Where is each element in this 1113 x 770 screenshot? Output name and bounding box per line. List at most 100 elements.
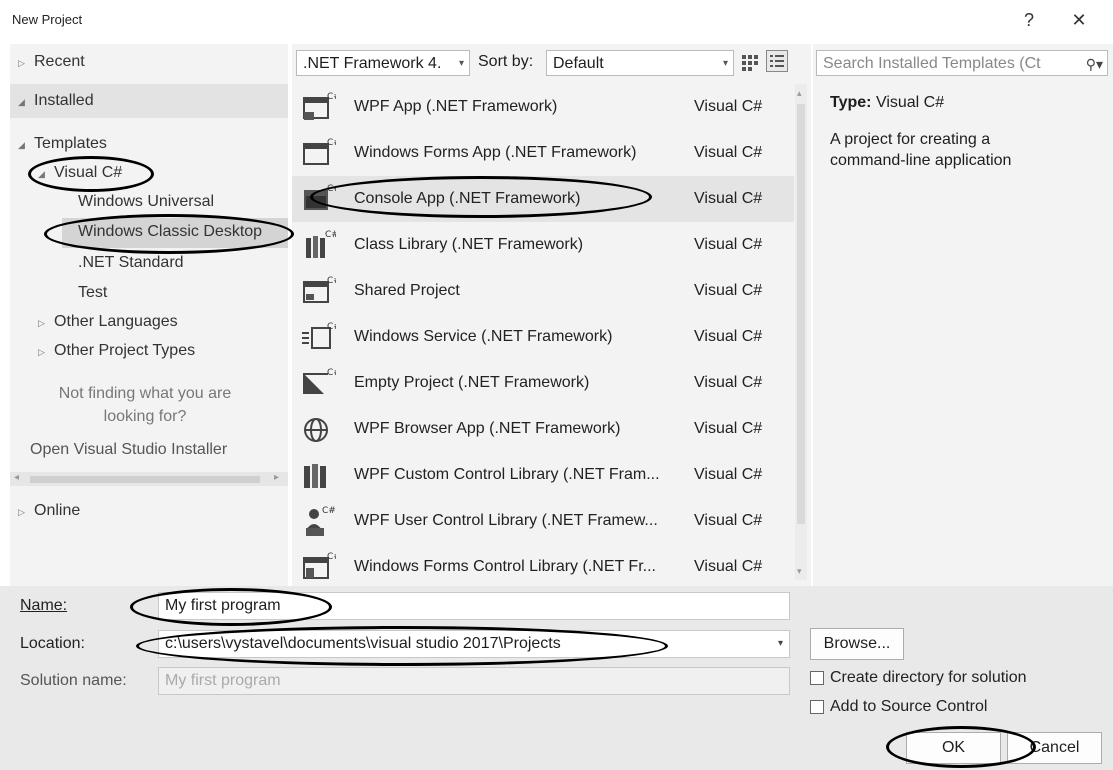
nav-templates[interactable]: ◢ Templates	[18, 135, 107, 153]
not-finding-text-2: looking for?	[103, 408, 187, 425]
nav-online-label: Online	[34, 502, 81, 519]
template-row-windows-forms-app[interactable]: C# Windows Forms App (.NET Framework) Vi…	[292, 130, 794, 176]
scroll-left-icon: ◂	[14, 472, 20, 483]
template-row-wpf-app[interactable]: C# WPF App (.NET Framework) Visual C#	[292, 84, 794, 130]
location-label: Location:	[20, 635, 85, 652]
chevron-down-icon: ▾	[458, 58, 464, 69]
windows-service-icon: C#	[300, 320, 341, 354]
template-name: Windows Forms App (.NET Framework)	[354, 144, 637, 161]
template-row-shared-project[interactable]: C# Shared Project Visual C#	[292, 268, 794, 314]
window-title: New Project	[12, 12, 83, 27]
template-lang: Visual C#	[694, 420, 763, 437]
template-row-winforms-control[interactable]: C# Windows Forms Control Library (.NET F…	[292, 544, 794, 590]
svg-text:C#: C#	[322, 506, 336, 516]
cancel-button[interactable]: Cancel	[1007, 732, 1102, 764]
svg-text:C#: C#	[325, 230, 336, 240]
scroll-right-icon: ▸	[274, 472, 280, 483]
nav-other-project-types-label: Other Project Types	[54, 342, 196, 359]
framework-select-value: .NET Framework 4.	[303, 55, 442, 72]
template-lang: Visual C#	[694, 512, 763, 529]
template-name: Windows Forms Control Library (.NET Fr..…	[354, 558, 656, 575]
nav-online[interactable]: ▷ Online	[18, 502, 80, 520]
collapse-down-icon: ◢	[18, 140, 25, 150]
nav-templates-label: Templates	[34, 135, 107, 152]
svg-text:C#: C#	[327, 138, 336, 148]
checkbox-box[interactable]	[810, 699, 824, 714]
name-input[interactable]: My first program	[158, 592, 790, 620]
type-value: Visual C#	[875, 94, 945, 111]
empty-project-icon: C#	[300, 366, 341, 400]
nav-visual-csharp[interactable]: ◢ Visual C#	[38, 164, 122, 182]
expand-right-icon: ▷	[38, 318, 45, 328]
templates-list: C# WPF App (.NET Framework) Visual C# C#…	[292, 84, 794, 590]
templates-scroll-thumb[interactable]	[797, 104, 805, 524]
ok-button[interactable]: OK	[906, 732, 1001, 764]
wpf-app-icon: C#	[300, 90, 341, 124]
template-row-wpf-custom-control[interactable]: WPF Custom Control Library (.NET Fram...…	[292, 452, 794, 498]
type-line: Type: Visual C#	[830, 94, 944, 112]
nav-windows-classic-desktop[interactable]: Windows Classic Desktop	[78, 223, 262, 241]
sort-select[interactable]: Default ▾	[546, 50, 734, 76]
nav-recent[interactable]: ▷ Recent	[18, 53, 85, 71]
template-name: WPF User Control Library (.NET Framew...	[354, 512, 658, 529]
search-templates-input[interactable]: Search Installed Templates (Ct ⚲▾	[816, 50, 1108, 76]
nav-windows-universal[interactable]: Windows Universal	[78, 193, 214, 211]
template-lang: Visual C#	[694, 374, 763, 391]
template-row-wpf-browser-app[interactable]: WPF Browser App (.NET Framework) Visual …	[292, 406, 794, 452]
template-row-console-app[interactable]: C# Console App (.NET Framework) Visual C…	[292, 176, 794, 222]
source-control-checkbox[interactable]: Add to Source Control	[810, 698, 987, 716]
template-lang: Visual C#	[694, 328, 763, 345]
template-lang: Visual C#	[694, 466, 763, 483]
class-library-icon: C#	[300, 228, 339, 262]
expand-right-icon: ▷	[38, 347, 45, 357]
template-name: WPF Browser App (.NET Framework)	[354, 420, 621, 437]
list-view-icon[interactable]	[766, 50, 788, 72]
scroll-up-icon[interactable]: ▴	[797, 88, 802, 99]
open-installer-link[interactable]: Open Visual Studio Installer	[30, 441, 227, 459]
template-lang: Visual C#	[694, 236, 763, 253]
template-lang: Visual C#	[694, 190, 763, 207]
nav-other-project-types[interactable]: ▷ Other Project Types	[38, 342, 195, 360]
nav-installed-label: Installed	[34, 92, 94, 109]
nav-net-standard[interactable]: .NET Standard	[78, 254, 184, 272]
search-icon[interactable]: ⚲▾	[1086, 51, 1103, 77]
template-row-empty-project[interactable]: C# Empty Project (.NET Framework) Visual…	[292, 360, 794, 406]
nav-other-languages[interactable]: ▷ Other Languages	[38, 313, 178, 331]
svg-text:C#: C#	[327, 92, 336, 102]
svg-text:C#: C#	[327, 322, 336, 332]
template-name: WPF Custom Control Library (.NET Fram...	[354, 466, 660, 483]
type-label: Type:	[830, 94, 872, 111]
solution-name-input[interactable]: My first program	[158, 667, 790, 695]
help-button[interactable]: ?	[1014, 6, 1044, 34]
chevron-down-icon[interactable]: ▾	[778, 631, 783, 657]
framework-select[interactable]: .NET Framework 4. ▾	[296, 50, 470, 76]
nav-test[interactable]: Test	[78, 284, 107, 302]
template-description: A project for creating a command-line ap…	[830, 131, 1012, 169]
scroll-down-icon[interactable]: ▾	[797, 566, 802, 577]
template-name: Empty Project (.NET Framework)	[354, 374, 590, 391]
collapse-down-icon: ◢	[38, 169, 45, 179]
template-lang: Visual C#	[694, 558, 763, 575]
template-name: Windows Service (.NET Framework)	[354, 328, 613, 345]
shared-project-icon: C#	[300, 274, 341, 308]
browse-button[interactable]: Browse...	[810, 628, 904, 660]
close-button[interactable]: ✕	[1064, 6, 1094, 34]
location-value: c:\users\vystavel\documents\visual studi…	[165, 635, 561, 652]
details-panel	[813, 44, 1113, 586]
location-input[interactable]: c:\users\vystavel\documents\visual studi…	[158, 630, 790, 658]
checkbox-box[interactable]	[810, 670, 824, 685]
small-icons-view-icon[interactable]	[740, 52, 760, 72]
template-row-class-library[interactable]: C# Class Library (.NET Framework) Visual…	[292, 222, 794, 268]
svg-text:C#: C#	[327, 368, 336, 378]
nav-visual-csharp-label: Visual C#	[54, 164, 123, 181]
create-directory-label: Create directory for solution	[830, 669, 1027, 686]
template-row-windows-service[interactable]: C# Windows Service (.NET Framework) Visu…	[292, 314, 794, 360]
template-name: Shared Project	[354, 282, 460, 299]
scroll-thumb[interactable]	[30, 476, 260, 483]
create-directory-checkbox[interactable]: Create directory for solution	[810, 669, 1027, 687]
template-row-wpf-user-control[interactable]: C# WPF User Control Library (.NET Framew…	[292, 498, 794, 544]
nav-other-languages-label: Other Languages	[54, 313, 178, 330]
left-h-scrollbar[interactable]: ◂ ▸	[10, 472, 288, 486]
nav-installed[interactable]: ◢ Installed	[18, 92, 94, 110]
template-name: WPF App (.NET Framework)	[354, 98, 558, 115]
